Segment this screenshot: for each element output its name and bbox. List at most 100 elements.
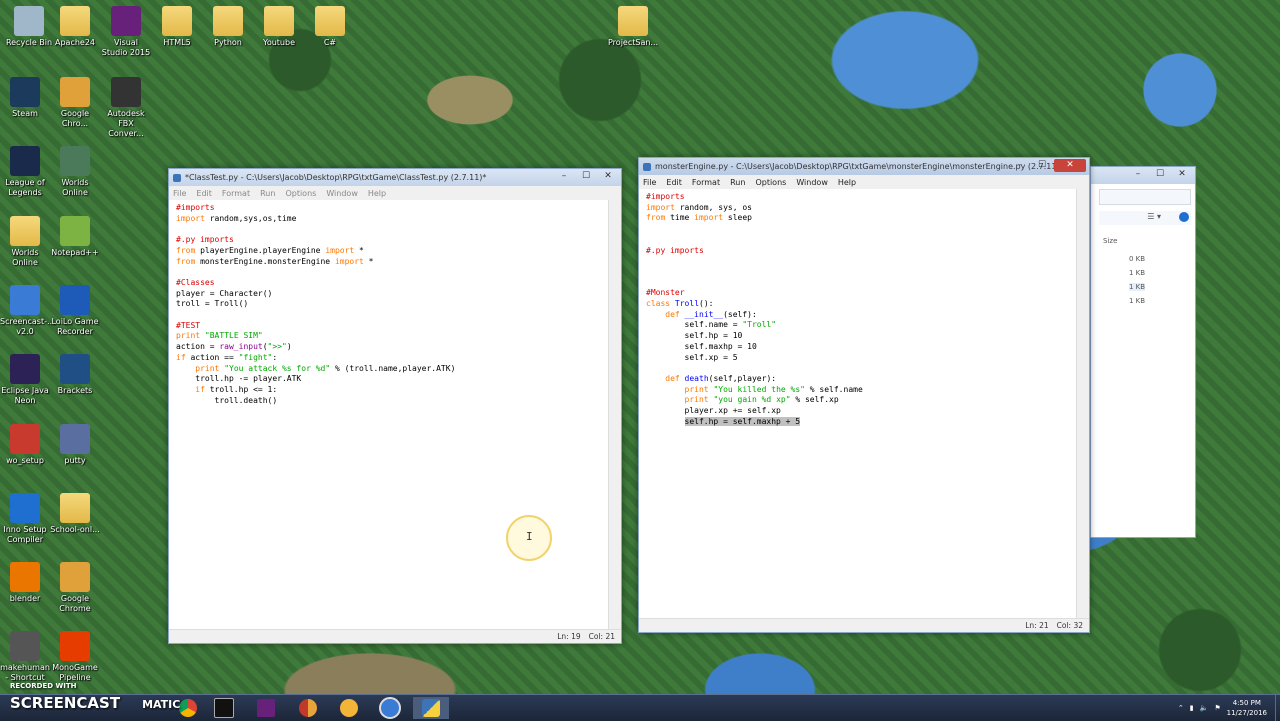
line-number: Ln: 21 [1025, 621, 1049, 630]
vertical-scrollbar[interactable] [608, 200, 621, 629]
maximize-icon[interactable]: ☐ [1150, 168, 1170, 181]
desktop-icon[interactable]: League of Legends [0, 146, 50, 198]
maximize-icon[interactable]: ☐ [576, 170, 596, 183]
taskbar-terminal[interactable] [206, 697, 242, 719]
menu-file[interactable]: File [643, 178, 656, 187]
watermark-suffix: MATIC [142, 698, 181, 711]
file-size: 0 KB [1129, 255, 1146, 263]
desktop-icon[interactable]: Brackets [50, 354, 100, 396]
desktop-icon[interactable]: LoiLo Game Recorder [50, 285, 100, 337]
menu-edit[interactable]: Edit [666, 178, 682, 187]
desktop-icon[interactable]: Autodesk FBX Conver... [101, 77, 151, 139]
close-icon[interactable]: ✕ [598, 170, 618, 183]
desktop-icon-label: School-onl... [50, 525, 100, 534]
explorer-titlebar[interactable]: – ☐ ✕ [1091, 167, 1195, 184]
monsterengine-editor-window[interactable]: monsterEngine.py - C:\Users\Jacob\Deskto… [638, 157, 1090, 633]
desktop-icon[interactable]: Screencast-... v2.0 [0, 285, 55, 337]
desktop-icon[interactable]: HTML5 [152, 6, 202, 48]
minimize-icon[interactable]: – [1010, 159, 1030, 172]
file-size: 1 KB [1129, 283, 1146, 291]
desktop-icon[interactable]: Apache24 [50, 6, 100, 48]
desktop-icon-label: Apache24 [54, 38, 96, 47]
menu-options[interactable]: Options [285, 189, 316, 198]
steam-icon [10, 77, 40, 107]
desktop-icon[interactable]: Google Chro... [50, 77, 100, 129]
classtest-editor-window[interactable]: *ClassTest.py - C:\Users\Jacob\Desktop\R… [168, 168, 622, 644]
file-explorer-window[interactable]: – ☐ ✕ ☰ ▾ Size 0 KB 1 KB 1 KB 1 KB [1090, 166, 1196, 538]
menu-format[interactable]: Format [222, 189, 250, 198]
taskbar-python-idle[interactable] [413, 697, 449, 719]
tray-up-arrow-icon[interactable]: ⌃ [1178, 704, 1184, 712]
help-icon[interactable] [1179, 212, 1189, 222]
menu-run[interactable]: Run [730, 178, 745, 187]
size-column-header[interactable]: Size [1103, 237, 1117, 245]
taskbar-screencast[interactable] [372, 697, 408, 719]
menu-file[interactable]: File [173, 189, 186, 198]
terminal-icon [214, 698, 234, 718]
desktop-icon-label: Steam [12, 109, 38, 118]
desktop-icon[interactable]: Visual Studio 2015 [101, 6, 151, 58]
desktop-icon[interactable]: C# [305, 6, 355, 48]
flag-icon[interactable]: ⚑ [1214, 704, 1220, 712]
text-cursor-icon: I [526, 530, 533, 543]
desktop-icon[interactable]: MonoGame Pipeline [50, 631, 100, 683]
menu-window[interactable]: Window [326, 189, 358, 198]
notepadpp-icon [60, 216, 90, 246]
explorer-search-box[interactable] [1099, 189, 1191, 205]
minimize-icon[interactable]: – [1128, 168, 1148, 181]
eclipse-icon [10, 354, 40, 384]
chrome-icon [60, 77, 90, 107]
watermark-main: SCREENCAST [10, 694, 121, 712]
desktop-icon[interactable]: wo_setup [0, 424, 50, 466]
menu-options[interactable]: Options [755, 178, 786, 187]
desktop-icon-label: Google Chrome [59, 594, 91, 613]
desktop-icon-label: LoiLo Game Recorder [51, 317, 99, 336]
network-icon[interactable]: ▮ [1190, 704, 1194, 712]
desktop-icon[interactable]: School-onl... [50, 493, 100, 535]
window-titlebar[interactable]: monsterEngine.py - C:\Users\Jacob\Deskto… [639, 158, 1089, 175]
taskbar-visual-studio[interactable] [248, 697, 284, 719]
desktop-icon[interactable]: blender [0, 562, 50, 604]
view-options-icon[interactable]: ☰ ▾ [1147, 212, 1161, 221]
desktop-icon[interactable]: Worlds Online [0, 216, 50, 268]
desktop-icon[interactable]: Google Chrome [50, 562, 100, 614]
close-icon[interactable]: ✕ [1172, 168, 1192, 181]
volume-icon[interactable]: 🔈 [1200, 704, 1209, 712]
vertical-scrollbar[interactable] [1076, 189, 1089, 618]
desktop-icon[interactable]: Steam [0, 77, 50, 119]
menu-run[interactable]: Run [260, 189, 275, 198]
menu-help[interactable]: Help [838, 178, 856, 187]
status-bar: Ln: 21 Col: 32 [639, 618, 1089, 632]
desktop-icon[interactable]: Inno Setup Compiler [0, 493, 50, 545]
desktop-icon[interactable]: Worlds Online [50, 146, 100, 198]
desktop-icon[interactable]: putty [50, 424, 100, 466]
menu-bar: File Edit Format Run Options Window Help [169, 186, 621, 200]
code-editor[interactable]: #imports import random, sys, os from tim… [646, 192, 1075, 427]
close-icon[interactable]: ✕ [1054, 159, 1086, 172]
clock[interactable]: 4:50 PM 11/27/2016 [1227, 698, 1267, 718]
maximize-icon[interactable]: ☐ [1032, 159, 1052, 172]
chrome-canary-icon [299, 699, 317, 717]
minimize-icon[interactable]: – [554, 170, 574, 183]
menu-window[interactable]: Window [796, 178, 828, 187]
worlds-icon [60, 146, 90, 176]
system-tray: ⌃ ▮ 🔈 ⚑ 4:50 PM 11/27/2016 [1178, 695, 1280, 721]
taskbar-chrome-canary[interactable] [290, 697, 326, 719]
menu-help[interactable]: Help [368, 189, 386, 198]
menu-edit[interactable]: Edit [196, 189, 212, 198]
show-desktop-button[interactable] [1275, 695, 1280, 721]
status-bar: Ln: 19 Col: 21 [169, 629, 621, 643]
code-editor[interactable]: #imports import random,sys,os,time #.py … [176, 203, 607, 406]
desktop-icon[interactable]: Youtube [254, 6, 304, 48]
desktop-icon[interactable]: makehuman - Shortcut [0, 631, 50, 683]
desktop-icon[interactable]: Recycle Bin [4, 6, 54, 48]
loilo-icon [60, 285, 90, 315]
menu-format[interactable]: Format [692, 178, 720, 187]
window-titlebar[interactable]: *ClassTest.py - C:\Users\Jacob\Desktop\R… [169, 169, 621, 186]
desktop-icon[interactable]: Notepad++ [50, 216, 100, 258]
desktop-icon[interactable]: Eclipse Java Neon [0, 354, 50, 406]
desktop-icon[interactable]: ProjectSan... [608, 6, 658, 48]
desktop-icon[interactable]: Python [203, 6, 253, 48]
desktop-icon-label: Python [214, 38, 242, 47]
taskbar-chrome-old[interactable] [331, 697, 367, 719]
